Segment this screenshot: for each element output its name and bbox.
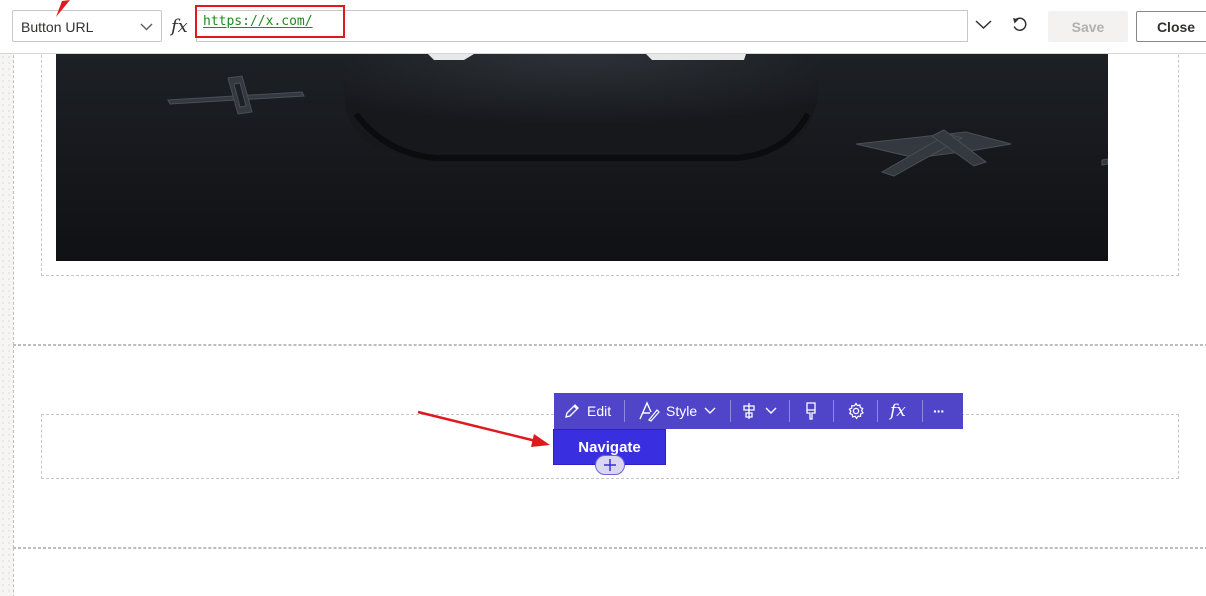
plus-icon xyxy=(604,459,616,471)
save-button[interactable]: Save xyxy=(1048,11,1128,42)
hero-image-artwork xyxy=(56,54,1108,261)
more-options-button[interactable]: ··· xyxy=(933,393,945,429)
formula-input[interactable]: https://x.com/ xyxy=(196,10,968,42)
gear-icon xyxy=(848,402,864,420)
expand-formula-chevron-icon[interactable] xyxy=(975,19,992,30)
hero-image[interactable] xyxy=(56,54,1108,261)
page-section-3[interactable] xyxy=(13,548,1206,596)
fx-icon: fx xyxy=(890,401,906,421)
toolbar-separator xyxy=(789,400,790,422)
edit-label: Edit xyxy=(587,403,612,419)
close-button[interactable]: Close xyxy=(1136,11,1206,42)
formula-bar: Button URL fx https://x.com/ Save Close xyxy=(0,0,1206,54)
toolbar-separator xyxy=(624,400,625,422)
more-icon: ··· xyxy=(933,403,945,419)
formula-string: https://x.com/ xyxy=(203,14,313,29)
property-dropdown[interactable]: Button URL xyxy=(12,10,162,42)
edit-button[interactable]: Edit xyxy=(563,393,611,429)
add-component-button[interactable] xyxy=(595,455,625,475)
settings-button[interactable] xyxy=(847,393,865,429)
formula-value: https://x.com/ xyxy=(203,14,313,29)
style-button[interactable]: Style xyxy=(638,393,716,429)
toolbar-separator xyxy=(877,400,878,422)
paintbrush-icon xyxy=(806,402,816,420)
formula-button[interactable]: fx xyxy=(890,393,906,429)
text-style-icon xyxy=(639,401,660,422)
align-center-icon xyxy=(743,403,755,419)
revert-icon[interactable] xyxy=(1011,16,1029,34)
chevron-down-icon xyxy=(765,407,777,414)
toolbar-separator xyxy=(922,400,923,422)
toolbar-separator xyxy=(730,400,731,422)
chevron-down-icon xyxy=(140,23,153,31)
style-label: Style xyxy=(666,403,698,419)
fx-icon: fx xyxy=(171,16,188,37)
format-painter-button[interactable] xyxy=(804,393,818,429)
property-dropdown-value: Button URL xyxy=(21,19,94,35)
pencil-icon xyxy=(565,404,579,418)
component-toolbar: Edit Style fx ··· xyxy=(554,393,963,429)
toolbar-separator xyxy=(833,400,834,422)
chevron-down-icon xyxy=(704,407,716,414)
align-button[interactable] xyxy=(741,393,777,429)
